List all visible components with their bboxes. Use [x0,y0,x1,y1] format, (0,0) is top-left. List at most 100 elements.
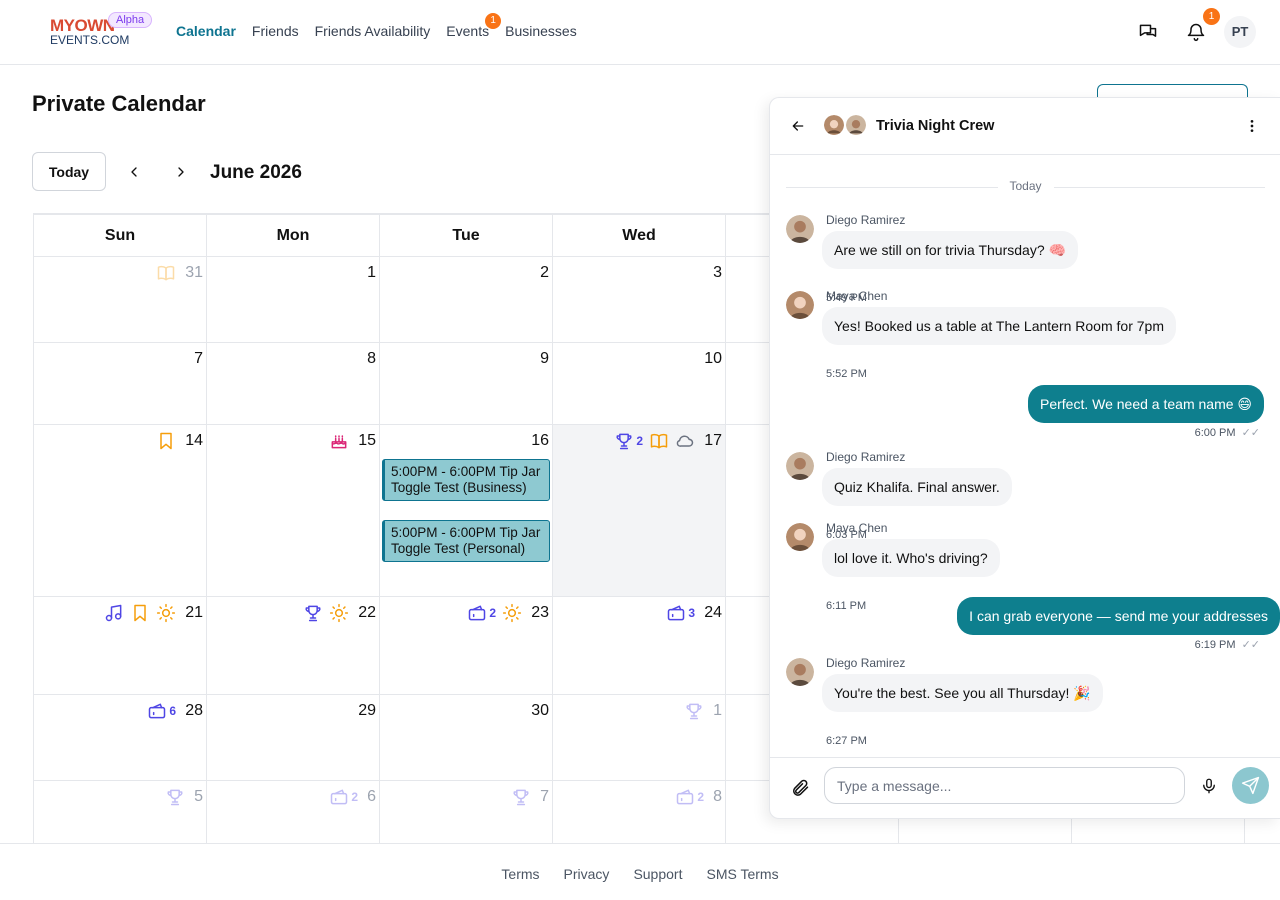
ticket-icon[interactable] [147,701,167,721]
microphone-icon[interactable] [1200,777,1218,795]
calendar-day-cell[interactable]: 30 [380,695,553,781]
footer-link-support[interactable]: Support [633,866,682,882]
bookmark-icon[interactable] [156,431,176,451]
calendar-day-cell[interactable]: 31 [34,257,207,343]
day-indicators [303,603,349,623]
ticket-icon[interactable] [666,603,686,623]
sender-avatar[interactable] [786,658,814,686]
sender-avatar[interactable] [786,452,814,480]
calendar-day-cell[interactable]: 21 [34,597,207,695]
trophy-icon[interactable] [614,431,634,451]
nav-friends[interactable]: Friends [252,23,299,39]
calendar-day-cell[interactable]: 7 [380,781,553,843]
calendar-day-cell[interactable]: 2 [380,257,553,343]
day-number: 21 [185,604,203,621]
calendar-day-cell[interactable]: 29 [207,695,380,781]
message-bubble-incoming[interactable]: You're the best. See you all Thursday! 🎉 [822,674,1103,712]
calendar-day-cell[interactable]: 7 [34,343,207,425]
ticket-icon[interactable] [467,603,487,623]
message-time: 5:52 PM [826,368,867,380]
day-number: 3 [713,264,722,281]
calendar-day-cell[interactable]: 17 2 [553,425,726,597]
back-arrow-icon[interactable] [790,118,806,134]
read-receipt-icon: ✓✓ [1241,427,1260,439]
calendar-day-cell[interactable]: 24 3 [553,597,726,695]
calendar-day-cell[interactable]: 10 [553,343,726,425]
cloud-icon[interactable] [675,431,695,451]
nav-friends-availability[interactable]: Friends Availability [315,23,431,39]
trophy-icon[interactable] [165,787,185,807]
send-button[interactable] [1232,767,1269,804]
footer-link-privacy[interactable]: Privacy [564,866,610,882]
cake-icon[interactable] [329,431,349,451]
calendar-day-cell[interactable]: 22 [207,597,380,695]
logo[interactable]: MYOWN EVENTS.COM Alpha [48,12,153,50]
avatar-photo [786,452,814,480]
message-bubble-outgoing[interactable]: Perfect. We need a team name 😄 [1028,385,1264,423]
trophy-icon[interactable] [303,603,323,623]
calendar-day-cell[interactable]: 16 5:00PM - 6:00PM Tip Jar Toggle Test (B… [380,425,553,597]
header-action-button[interactable] [1097,84,1248,98]
ticket-icon[interactable] [329,787,349,807]
sender-avatar[interactable] [786,291,814,319]
nav-events[interactable]: Events 1 [446,13,502,39]
paperclip-icon[interactable] [790,778,810,798]
messages-icon[interactable] [1138,22,1158,42]
weekday-header: Mon [207,215,380,257]
sender-name: Diego Ramirez [826,213,906,227]
indicator-count: 2 [697,790,704,804]
message-input[interactable] [824,767,1185,804]
logo-line-2: EVENTS.COM [50,33,130,47]
day-indicators [165,787,185,807]
ticket-icon[interactable] [675,787,695,807]
book-icon[interactable] [156,263,176,283]
chevron-right-icon[interactable] [173,164,189,180]
trophy-icon[interactable] [511,787,531,807]
user-avatar[interactable]: PT [1224,16,1256,48]
day-number: 14 [185,432,203,449]
calendar-event[interactable]: 5:00PM - 6:00PM Tip Jar Toggle Test (Bus… [382,459,550,501]
calendar-day-cell[interactable]: 23 2 [380,597,553,695]
sun-icon[interactable] [156,603,176,623]
sender-avatar[interactable] [786,523,814,551]
calendar-day-cell[interactable]: 1 [207,257,380,343]
day-number: 22 [358,604,376,621]
calendar-day-cell[interactable]: 1 [553,695,726,781]
notifications-badge: 1 [1203,8,1220,25]
message-time: 6:11 PM [826,600,867,612]
today-button[interactable]: Today [32,152,106,191]
nav-calendar[interactable]: Calendar [176,23,236,39]
trophy-icon[interactable] [684,701,704,721]
calendar-day-cell[interactable]: 5 [34,781,207,843]
message-bubble-incoming[interactable]: lol love it. Who's driving? [822,539,1000,577]
bookmark-icon[interactable] [130,603,150,623]
sender-name: Maya Chen [826,521,888,535]
calendar-day-cell[interactable]: 28 6 [34,695,207,781]
calendar-event[interactable]: 5:00PM - 6:00PM Tip Jar Toggle Test (Per… [382,520,550,562]
indicator-count: 6 [169,704,176,718]
chevron-left-icon[interactable] [126,164,142,180]
footer-link-sms-terms[interactable]: SMS Terms [706,866,778,882]
message-bubble-outgoing[interactable]: I can grab everyone — send me your addre… [957,597,1280,635]
calendar-day-cell[interactable]: 9 [380,343,553,425]
sun-icon[interactable] [329,603,349,623]
calendar-day-cell[interactable]: 62 [207,781,380,843]
book-icon[interactable] [649,431,669,451]
day-separator: Today [786,179,1265,193]
more-options-icon[interactable] [1244,117,1260,135]
footer-links: Terms Privacy Support SMS Terms [0,866,1280,882]
footer-link-terms[interactable]: Terms [501,866,539,882]
music-icon[interactable] [104,603,124,623]
message-bubble-incoming[interactable]: Yes! Booked us a table at The Lantern Ro… [822,307,1176,345]
calendar-day-cell[interactable]: 14 [34,425,207,597]
calendar-day-cell[interactable]: 8 [207,343,380,425]
sender-avatar[interactable] [786,215,814,243]
nav-businesses[interactable]: Businesses [505,23,577,39]
sun-icon[interactable] [502,603,522,623]
calendar-day-cell[interactable]: 3 [553,257,726,343]
message-bubble-incoming[interactable]: Are we still on for trivia Thursday? 🧠 [822,231,1078,269]
message-bubble-incoming[interactable]: Quiz Khalifa. Final answer. [822,468,1012,506]
calendar-day-cell[interactable]: 82 [553,781,726,843]
calendar-day-cell[interactable]: 15 [207,425,380,597]
bell-icon[interactable] [1186,22,1206,42]
